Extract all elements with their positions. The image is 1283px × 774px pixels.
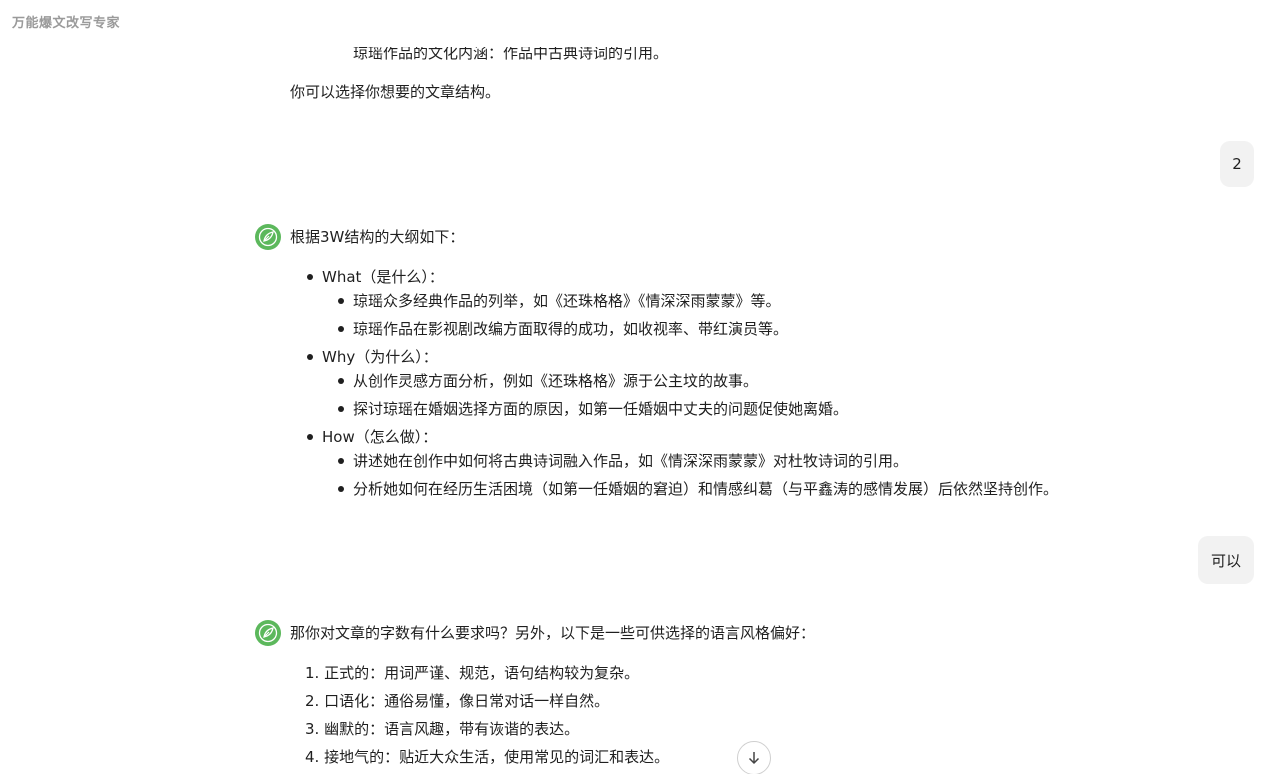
user-message-bubble: 2 xyxy=(1220,141,1254,187)
bullet xyxy=(338,378,344,384)
list-item: 讲述她在创作中如何将古典诗词融入作品，如《情深深雨蒙蒙》对杜牧诗词的引用。 xyxy=(338,451,908,471)
bullet xyxy=(338,406,344,412)
list-item: 分析她如何在经历生活困境（如第一任婚姻的窘迫）和情感纠葛（与平鑫涛的感情发展）后… xyxy=(338,479,1058,499)
bullet xyxy=(338,326,344,332)
outline-section-what: What（是什么）： xyxy=(307,267,444,287)
arrow-down-icon xyxy=(748,752,760,765)
style-option: 2. 口语化：通俗易懂，像日常对话一样自然。 xyxy=(305,692,610,710)
bullet xyxy=(307,354,313,360)
assistant-avatar xyxy=(255,620,281,646)
list-item: 琼瑶作品的文化内涵：作品中古典诗词的引用。 xyxy=(353,47,668,63)
assistant-avatar xyxy=(255,224,281,250)
outline-section-why: Why（为什么）： xyxy=(307,347,438,367)
list-item: 探讨琼瑶在婚姻选择方面的原因，如第一任婚姻中丈夫的问题促使她离婚。 xyxy=(338,399,848,419)
list-item: 琼瑶作品在影视剧改编方面取得的成功，如收视率、带红演员等。 xyxy=(338,319,788,339)
bullet xyxy=(338,486,344,492)
leaf-logo-icon xyxy=(258,227,278,247)
bullet xyxy=(338,458,344,464)
chat-transcript: 琼瑶作品的文化内涵：作品中古典诗词的引用。 你可以选择你想要的文章结构。 2 根… xyxy=(0,0,1283,774)
bullet xyxy=(307,434,313,440)
bullet xyxy=(307,274,313,280)
user-message-text: 2 xyxy=(1232,155,1242,173)
message-text: 你可以选择你想要的文章结构。 xyxy=(290,83,501,101)
list-item: 琼瑶众多经典作品的列举，如《还珠格格》《情深深雨蒙蒙》等。 xyxy=(338,291,781,311)
style-option: 4. 接地气的：贴近大众生活，使用常见的词汇和表达。 xyxy=(305,748,670,766)
list-item: 从创作灵感方面分析，例如《还珠格格》源于公主坟的故事。 xyxy=(338,371,758,391)
message-intro: 根据3W结构的大纲如下： xyxy=(290,228,465,246)
user-message-text: 可以 xyxy=(1210,551,1241,570)
scroll-to-bottom-button[interactable] xyxy=(737,741,771,774)
leaf-logo-icon xyxy=(258,623,278,643)
style-option: 3. 幽默的：语言风趣，带有诙谐的表达。 xyxy=(305,720,580,738)
bullet xyxy=(338,298,344,304)
outline-section-how: How（怎么做）： xyxy=(307,427,437,447)
user-message-bubble: 可以 xyxy=(1198,536,1254,584)
message-intro: 那你对文章的字数有什么要求吗？另外，以下是一些可供选择的语言风格偏好： xyxy=(290,624,816,642)
style-option: 1. 正式的：用词严谨、规范，语句结构较为复杂。 xyxy=(305,664,640,682)
